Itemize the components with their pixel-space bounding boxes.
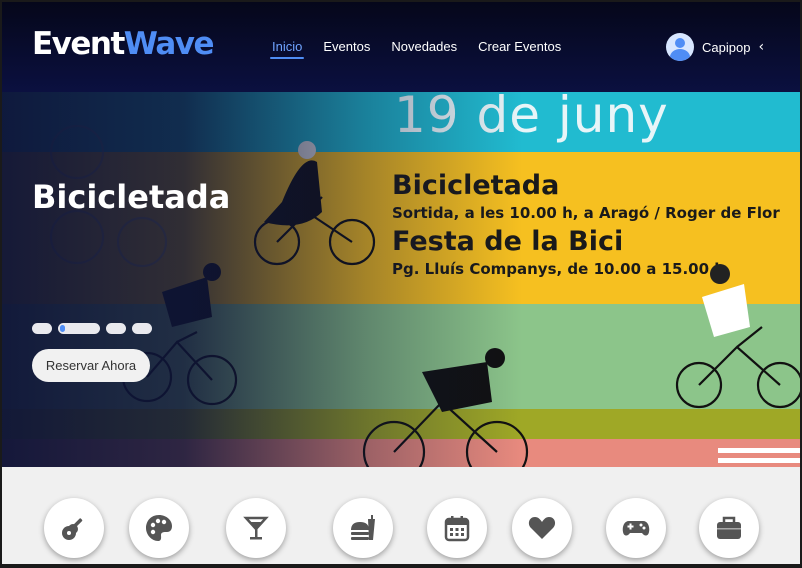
carousel-dot[interactable] xyxy=(106,323,126,334)
nav-item-crear-eventos[interactable]: Crear Eventos xyxy=(478,39,561,54)
user-avatar-icon[interactable] xyxy=(666,33,694,61)
category-drinks[interactable] xyxy=(226,498,286,558)
heart-icon xyxy=(528,517,556,539)
category-art[interactable] xyxy=(129,498,189,558)
hero-carousel: 19 de juny Bicicletada Sortida, a les 10… xyxy=(2,92,800,467)
calendar-icon xyxy=(444,516,470,542)
category-business[interactable] xyxy=(699,498,759,558)
guitar-icon xyxy=(62,518,83,540)
cocktail-icon xyxy=(243,516,269,540)
top-navbar: EventWave Inicio Eventos Novedades Crear… xyxy=(2,2,800,92)
briefcase-icon xyxy=(717,516,741,539)
main-nav: Inicio Eventos Novedades Crear Eventos xyxy=(269,39,582,59)
carousel-dot-active[interactable] xyxy=(58,323,100,334)
nav-item-novedades[interactable]: Novedades xyxy=(391,39,457,54)
category-calendar[interactable] xyxy=(427,498,487,558)
gamepad-icon xyxy=(622,521,650,536)
hero-overlay xyxy=(2,92,522,467)
app-frame: EventWave Inicio Eventos Novedades Crear… xyxy=(2,2,800,564)
nav-item-inicio[interactable]: Inicio xyxy=(269,39,305,59)
palette-icon xyxy=(146,515,172,541)
category-guitar[interactable] xyxy=(44,498,104,558)
category-food[interactable] xyxy=(333,498,393,558)
carousel-dot[interactable] xyxy=(32,323,52,334)
carousel-dot[interactable] xyxy=(132,323,152,334)
username: Capipop xyxy=(702,39,751,55)
user-menu[interactable]: Capipop ‹ xyxy=(666,33,764,61)
carousel-indicators xyxy=(32,323,152,334)
hero-title: Bicicletada xyxy=(32,178,231,216)
nav-item-eventos[interactable]: Eventos xyxy=(323,39,370,54)
fast-food-icon xyxy=(351,515,375,540)
brand-logo[interactable]: EventWave xyxy=(32,26,215,62)
chevron-left-icon[interactable]: ‹ xyxy=(758,39,764,55)
category-favorites[interactable] xyxy=(512,498,572,558)
category-games[interactable] xyxy=(606,498,666,558)
reserve-now-button[interactable]: Reservar Ahora xyxy=(32,349,150,382)
category-bar xyxy=(2,467,800,564)
